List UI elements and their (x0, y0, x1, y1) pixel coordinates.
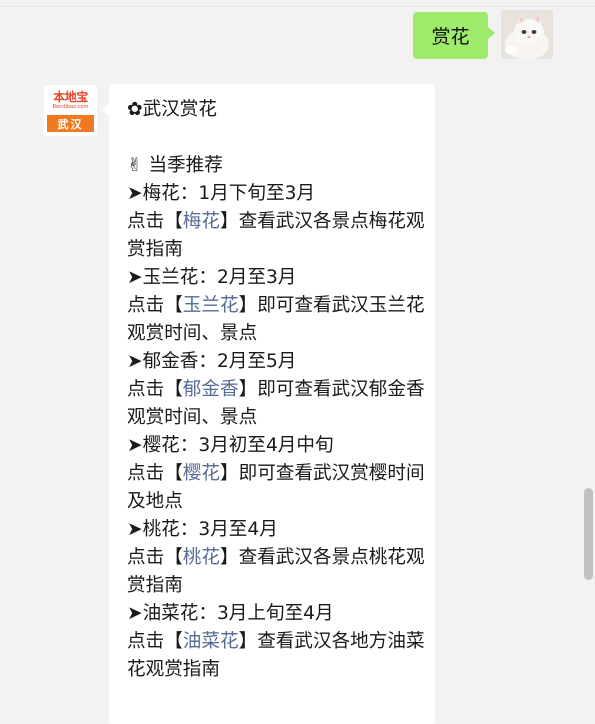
logo-city-badge: 武汉 (47, 115, 94, 132)
account-avatar[interactable]: 本地宝 Bendibao.com 武汉 (44, 85, 97, 136)
item-heading: ➤玉兰花：2月至3月 (127, 267, 297, 288)
message-title: ✿武汉赏花 (127, 99, 217, 120)
item-prefix: 点击【 (127, 463, 183, 484)
outgoing-message-bubble[interactable]: 赏花 (413, 12, 488, 59)
flower-link-yinghua[interactable]: 樱花 (183, 463, 220, 484)
item-description: 点击【桃花】查看武汉各景点桃花观赏指南 (127, 544, 427, 600)
logo-subtext: Bendibao.com (52, 104, 89, 110)
item-prefix: 点击【 (127, 295, 183, 316)
message-content: ✿武汉赏花 ✌ 当季推荐 ➤梅花：1月下旬至3月 点击【梅花】查看武汉各景点梅花… (127, 96, 427, 684)
item-heading: ➤油菜花：3月上旬至4月 (127, 603, 334, 624)
flower-link-taohua[interactable]: 桃花 (183, 547, 220, 568)
item-prefix: 点击【 (127, 211, 183, 232)
scrollbar-track[interactable] (582, 0, 595, 694)
item-description: 点击【樱花】即可查看武汉赏樱时间及地点 (127, 460, 427, 516)
flower-link-yulanhua[interactable]: 玉兰花 (183, 295, 239, 316)
incoming-message-bubble: ✿武汉赏花 ✌ 当季推荐 ➤梅花：1月下旬至3月 点击【梅花】查看武汉各景点梅花… (109, 84, 435, 724)
logo-text: 本地宝 (53, 90, 88, 104)
incoming-bubble-tail (102, 104, 109, 116)
flower-link-meihua[interactable]: 梅花 (183, 211, 220, 232)
item-prefix: 点击【 (127, 631, 183, 652)
item-heading: ➤梅花：1月下旬至3月 (127, 183, 315, 204)
section-heading: ✌ 当季推荐 (127, 155, 223, 176)
item-description: 点击【梅花】查看武汉各景点梅花观赏指南 (127, 208, 427, 264)
cat-avatar-icon (501, 10, 553, 59)
item-description: 点击【郁金香】即可查看武汉郁金香观赏时间、景点 (127, 376, 427, 432)
item-description: 点击【玉兰花】即可查看武汉玉兰花观赏时间、景点 (127, 292, 427, 348)
item-heading: ➤樱花：3月初至4月中旬 (127, 435, 334, 456)
outgoing-message-text: 赏花 (431, 26, 470, 48)
item-heading: ➤郁金香：2月至5月 (127, 351, 297, 372)
item-heading: ➤桃花：3月至4月 (127, 519, 278, 540)
outgoing-bubble-tail (488, 27, 495, 39)
item-description: 点击【油菜花】查看武汉各地方油菜花观赏指南 (127, 628, 427, 684)
flower-link-youcaihua[interactable]: 油菜花 (183, 631, 239, 652)
item-prefix: 点击【 (127, 547, 183, 568)
user-avatar[interactable] (501, 10, 553, 59)
flower-link-yujinxiang[interactable]: 郁金香 (183, 379, 239, 400)
item-prefix: 点击【 (127, 379, 183, 400)
top-divider (0, 6, 595, 7)
scrollbar-thumb[interactable] (584, 488, 593, 580)
